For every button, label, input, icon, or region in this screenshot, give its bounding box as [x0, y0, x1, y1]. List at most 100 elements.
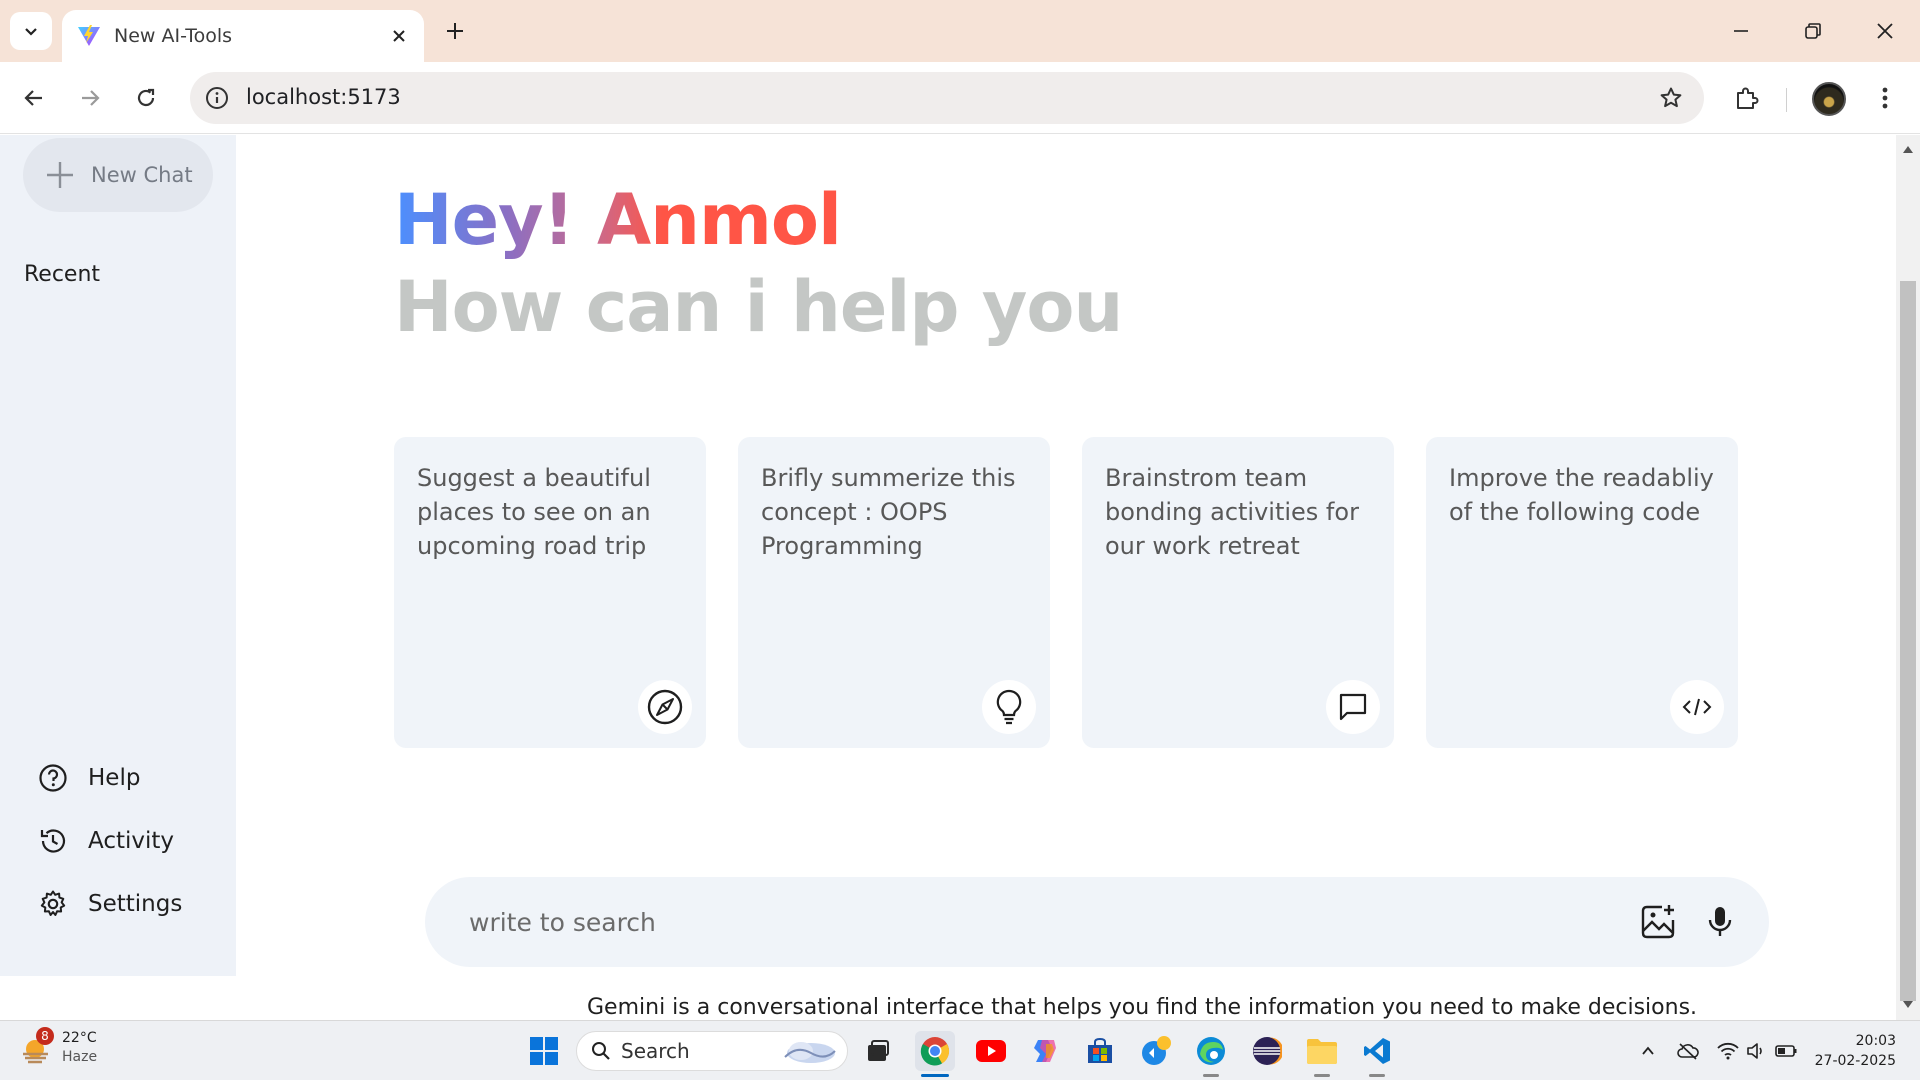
restore-button[interactable]	[1778, 0, 1848, 62]
extensions-button[interactable]	[1726, 77, 1768, 119]
task-view-button[interactable]	[858, 1031, 898, 1071]
card-text: Brainstrom team bonding activities for o…	[1105, 464, 1359, 560]
compass-icon	[638, 680, 692, 734]
battery-status[interactable]	[1774, 1039, 1798, 1063]
address-bar[interactable]: localhost:5173	[190, 72, 1704, 124]
taskbar-search[interactable]: Search	[576, 1031, 848, 1071]
close-window-button[interactable]	[1850, 0, 1920, 62]
folder-icon	[1307, 1039, 1337, 1064]
taskbar-app-store[interactable]	[1080, 1031, 1120, 1071]
browser-tab-strip: New AI-Tools	[0, 0, 1920, 62]
profile-avatar[interactable]	[1812, 82, 1846, 116]
message-icon	[1326, 680, 1380, 734]
prompt-bar	[425, 877, 1769, 967]
new-tab-button[interactable]	[438, 14, 472, 48]
windows-taskbar: 8 22°C Haze Search 20:03 27-02-2025	[0, 1020, 1920, 1080]
suggestion-card-team-bonding[interactable]: Brainstrom team bonding activities for o…	[1082, 437, 1394, 748]
taskbar-app-copilot[interactable]	[1025, 1031, 1065, 1071]
vscode-icon	[1364, 1038, 1390, 1064]
wifi-status[interactable]	[1716, 1039, 1740, 1063]
eclipse-icon	[1253, 1037, 1282, 1065]
battery-icon	[1775, 1045, 1797, 1057]
arrow-right-icon	[82, 90, 100, 106]
card-text: Improve the readabliy of the following c…	[1449, 464, 1714, 526]
sidebar-item-help[interactable]: Help	[38, 763, 140, 793]
close-icon	[393, 30, 405, 42]
main-content: Hey! Anmol How can i help you Suggest a …	[236, 135, 1896, 1020]
new-chat-button[interactable]: New Chat	[23, 138, 213, 212]
taskbar-app-weather-connect[interactable]	[1136, 1031, 1176, 1071]
scroll-down-arrow-icon[interactable]	[1902, 999, 1914, 1011]
show-hidden-icons-button[interactable]	[1636, 1039, 1660, 1063]
image-add-icon	[1641, 905, 1675, 939]
search-input[interactable]	[469, 901, 1569, 943]
taskbar-app-eclipse[interactable]	[1247, 1031, 1287, 1071]
weather-haze-icon: 8	[20, 1027, 54, 1065]
taskbar-search-label: Search	[621, 1039, 690, 1063]
close-icon	[1877, 23, 1893, 39]
vite-logo-icon	[76, 23, 102, 49]
close-tab-button[interactable]	[386, 23, 412, 49]
puzzle-icon	[1737, 87, 1759, 109]
recent-heading: Recent	[24, 262, 101, 287]
taskbar-app-edge[interactable]	[1191, 1031, 1231, 1077]
page-scrollbar[interactable]	[1896, 135, 1920, 1020]
card-text: Brifly summerize this concept : OOPS Pro…	[761, 464, 1016, 560]
sidebar-item-label: Settings	[88, 891, 183, 917]
tab-search-button[interactable]	[10, 12, 52, 50]
scroll-up-arrow-icon[interactable]	[1902, 143, 1914, 155]
voice-input-button[interactable]	[1697, 899, 1743, 945]
toolbar-separator	[1786, 88, 1787, 112]
running-indicator	[921, 1074, 949, 1077]
task-view-icon	[868, 1040, 889, 1061]
suggestion-card-code[interactable]: Improve the readabliy of the following c…	[1426, 437, 1738, 748]
gear-icon	[40, 890, 66, 916]
sidebar-item-activity[interactable]: Activity	[38, 826, 174, 856]
plus-icon	[447, 23, 463, 39]
wifi-icon	[1717, 1042, 1739, 1060]
suggestion-card-road-trip[interactable]: Suggest a beautiful places to see on an …	[394, 437, 706, 748]
back-button[interactable]	[13, 77, 55, 119]
taskbar-app-file-explorer[interactable]	[1302, 1031, 1342, 1077]
browser-tab[interactable]: New AI-Tools	[62, 10, 424, 62]
microphone-icon	[1708, 907, 1732, 936]
clock-time: 20:03	[1855, 1033, 1896, 1049]
suggestion-card-oops[interactable]: Brifly summerize this concept : OOPS Pro…	[738, 437, 1050, 748]
reload-button[interactable]	[125, 77, 167, 119]
taskbar-app-youtube[interactable]	[971, 1031, 1011, 1071]
weather-widget[interactable]: 8 22°C Haze	[20, 1027, 98, 1067]
sidebar-item-settings[interactable]: Settings	[38, 889, 182, 919]
onedrive-status[interactable]	[1676, 1039, 1700, 1063]
question-circle-icon	[39, 764, 67, 792]
edge-icon	[1197, 1037, 1225, 1065]
url-text: localhost:5173	[246, 85, 401, 109]
site-info-button[interactable]	[202, 83, 232, 113]
reload-icon	[137, 88, 155, 107]
image-upload-button[interactable]	[1635, 899, 1681, 945]
windows-logo-icon	[530, 1037, 558, 1065]
browser-menu-button[interactable]	[1864, 77, 1906, 119]
star-icon	[1660, 87, 1682, 108]
chevron-down-icon	[25, 28, 37, 36]
info-icon	[206, 87, 228, 109]
volume-control[interactable]	[1744, 1039, 1768, 1063]
forward-button[interactable]	[69, 77, 111, 119]
bookmark-button[interactable]	[1656, 83, 1686, 113]
taskbar-app-chrome[interactable]	[915, 1031, 955, 1077]
system-clock[interactable]: 20:03 27-02-2025	[1812, 1031, 1896, 1071]
kebab-menu-icon	[1882, 87, 1888, 109]
chrome-icon	[920, 1037, 950, 1066]
weather-condition: Haze	[62, 1049, 98, 1065]
scrollbar-thumb[interactable]	[1900, 281, 1916, 1001]
running-indicator	[1369, 1074, 1385, 1077]
sidebar: New Chat Recent Help Activity Settings	[0, 135, 236, 976]
disclaimer-text: Gemini is a conversational interface tha…	[587, 995, 1698, 1020]
minimize-button[interactable]	[1706, 0, 1776, 62]
taskbar-app-vscode[interactable]	[1357, 1031, 1397, 1077]
speaker-icon	[1747, 1043, 1762, 1059]
start-button[interactable]	[524, 1031, 564, 1071]
microsoft-store-icon	[1088, 1037, 1112, 1063]
running-indicator	[1203, 1074, 1219, 1077]
clock-date: 27-02-2025	[1814, 1053, 1896, 1069]
cloud-offline-icon	[1677, 1043, 1699, 1060]
